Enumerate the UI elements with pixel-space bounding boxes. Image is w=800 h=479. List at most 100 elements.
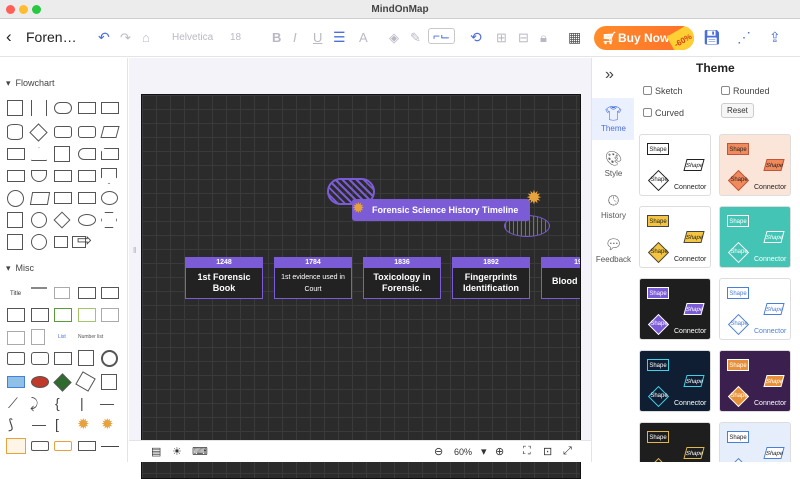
theme-card[interactable]: ShapeShapeShapeConnector	[719, 134, 791, 196]
shape-document[interactable]	[7, 148, 25, 160]
theme-card[interactable]: ShapeShapeShapeConnector	[719, 422, 791, 462]
format-painter-icon[interactable]: ⌂	[142, 30, 150, 45]
misc-grid-item-2[interactable]	[31, 308, 49, 322]
collapse-panel-icon[interactable]: »	[605, 66, 614, 84]
misc-square-shape[interactable]	[78, 350, 94, 366]
shape-off-page[interactable]	[31, 170, 47, 182]
gear-sticker-icon[interactable]: ✹	[77, 415, 90, 433]
shape-circle[interactable]	[31, 212, 47, 228]
ungroup-icon[interactable]: ⊟	[518, 30, 529, 46]
save-icon[interactable]: 💾︎	[703, 29, 721, 46]
shape-ellipse[interactable]	[78, 214, 96, 226]
shape-parallelogram[interactable]	[100, 126, 120, 138]
misc-section-header[interactable]: ▾ Misc	[6, 263, 34, 274]
theme-light-icon[interactable]: ☀	[172, 445, 182, 458]
theme-card[interactable]: ShapeShapeShapeConnector	[719, 350, 791, 412]
theme-card[interactable]: ShapeShapeShapeConnector	[639, 278, 711, 340]
theme-card[interactable]: ShapeShapeShapeConnector	[639, 350, 711, 412]
timeline-event-node[interactable]: 1248 1st Forensic Book	[185, 257, 263, 299]
collapse-left-handle[interactable]: ‖	[133, 246, 136, 255]
misc-tag-item-3[interactable]	[78, 441, 96, 451]
shape-process-alt[interactable]	[101, 102, 119, 114]
shape-delay[interactable]	[78, 148, 96, 160]
misc-blue-box[interactable]	[7, 376, 25, 388]
shape-rounded-rect-2[interactable]	[78, 126, 96, 138]
close-window-button[interactable]	[6, 5, 15, 14]
misc-cube-shape[interactable]	[75, 371, 96, 392]
bold-icon[interactable]: B	[272, 30, 281, 45]
group-icon[interactable]: ⊞	[496, 30, 507, 46]
font-family-select[interactable]: Helvetica	[172, 32, 213, 43]
shape-manual-operation[interactable]	[54, 170, 72, 182]
align-icon[interactable]: ☰	[333, 29, 346, 46]
misc-number-block[interactable]	[31, 329, 45, 345]
shape-stored-data[interactable]	[29, 192, 51, 205]
shape-predefined-process[interactable]	[78, 170, 96, 182]
misc-bracket-item[interactable]: [	[55, 416, 59, 432]
curved-checkbox[interactable]: Curved	[643, 108, 684, 118]
timeline-event-node[interactable]: 1784 1st evidence used in Court	[274, 257, 352, 299]
theme-card[interactable]: ShapeShapeShapeConnector	[719, 278, 791, 340]
shape-process-small[interactable]	[7, 234, 23, 250]
rail-item-feedback[interactable]: 💬︎ Feedback	[592, 236, 635, 264]
misc-brace-item[interactable]: {	[55, 395, 60, 411]
misc-list-table[interactable]	[78, 308, 96, 322]
fill-color-icon[interactable]: ◈	[389, 30, 399, 46]
shape-bracket[interactable]	[31, 100, 47, 116]
shape-hourglass[interactable]	[78, 102, 96, 114]
theme-card[interactable]: ShapeShapeShapeConnector	[639, 206, 711, 268]
reset-button[interactable]: Reset	[721, 103, 754, 118]
redo-icon[interactable]: ↷	[120, 30, 131, 46]
shape-or-circle[interactable]	[31, 234, 47, 250]
mindmap-canvas[interactable]: Forensic Science History Timeline ✹ ✹ 12…	[141, 94, 581, 479]
shape-square[interactable]	[7, 212, 23, 228]
keyboard-icon[interactable]: ⌨	[192, 445, 208, 458]
rail-item-history[interactable]: 🕓︎ History	[592, 192, 635, 220]
misc-tag-item-2[interactable]	[54, 441, 72, 451]
zoom-in-icon[interactable]: ⊕	[495, 445, 504, 458]
sketch-checkbox[interactable]: Sketch	[643, 86, 683, 96]
theme-card[interactable]: ShapeShapeShapeConnector	[639, 422, 711, 462]
theme-card[interactable]: ShapeShapeShapeConnector	[639, 134, 711, 196]
export-icon[interactable]: ⇪	[769, 29, 781, 46]
misc-list-item[interactable]: List	[58, 334, 66, 340]
zoom-out-icon[interactable]: ⊖	[434, 445, 443, 458]
misc-button-shape[interactable]	[7, 352, 25, 365]
misc-hline-item[interactable]: —	[100, 395, 114, 411]
shape-collate[interactable]	[78, 192, 96, 204]
misc-table-item[interactable]	[78, 287, 96, 299]
misc-paragraph-item[interactable]	[54, 287, 70, 299]
back-icon[interactable]: ‹	[6, 27, 12, 47]
theme-card[interactable]: ShapeShapeShapeConnector	[719, 206, 791, 268]
shape-display[interactable]	[54, 192, 72, 204]
misc-vline-item[interactable]: |	[80, 395, 84, 411]
maximize-window-button[interactable]	[32, 5, 41, 14]
timeline-event-node[interactable]: 1836 Toxicology in Forensic.	[363, 257, 441, 299]
center-icon[interactable]: ⊡	[543, 445, 552, 458]
shape-manual-input[interactable]	[7, 170, 25, 182]
shape-terminator[interactable]	[54, 102, 72, 114]
fullscreen-icon[interactable]: ⤢	[563, 445, 572, 458]
shape-internal-storage[interactable]	[54, 146, 70, 162]
rounded-checkbox[interactable]: Rounded	[721, 86, 770, 96]
shape-pentagon[interactable]	[101, 168, 117, 184]
shape-small-rect[interactable]	[54, 236, 68, 248]
buy-now-button[interactable]: 🛒︎ Buy Now -60%	[594, 26, 694, 50]
timeline-event-node[interactable]: 190 Blood T	[541, 257, 580, 299]
misc-zigzag-item[interactable]: ⤸	[30, 395, 38, 412]
shape-hexagon[interactable]	[101, 212, 117, 228]
misc-line-item[interactable]: ⟋	[8, 395, 18, 412]
timeline-event-node[interactable]: 1892 Fingerprints Identification	[452, 257, 530, 299]
rail-item-style[interactable]: 🎨︎ Style	[592, 150, 635, 178]
shape-database[interactable]	[7, 124, 23, 140]
misc-grid-item-3[interactable]	[101, 308, 119, 322]
misc-rect-shape[interactable]	[54, 352, 72, 365]
shape-triangle[interactable]	[31, 147, 47, 161]
misc-tag-item[interactable]	[31, 441, 49, 451]
shape-arrow[interactable]: ⇨	[77, 230, 92, 251]
connector-style-icon[interactable]: ⌐⌙	[428, 28, 456, 44]
table-icon[interactable]: ▦	[568, 29, 581, 46]
gear-sticker-icon-2[interactable]: ✹	[101, 415, 114, 433]
shape-rounded-rect[interactable]	[54, 126, 72, 138]
shape-connector-circle[interactable]	[101, 191, 118, 205]
